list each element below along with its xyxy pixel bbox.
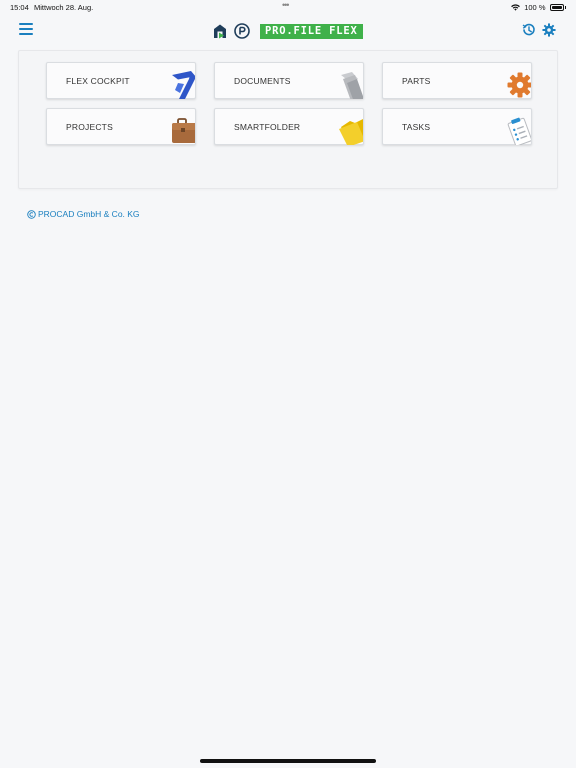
tile-label: PARTS [402,76,431,86]
brand-logo: PRO.FILE FLEX [212,21,363,41]
app-header: PRO.FILE FLEX [0,14,576,48]
copyright-icon [27,209,36,219]
tile-label: SMARTFOLDER [234,122,301,132]
multitasking-dots-icon[interactable]: ••• [282,0,290,10]
documents-icon [341,72,363,99]
tile-parts[interactable]: PARTS [382,62,532,99]
menu-button[interactable] [19,23,33,37]
gear-icon [542,23,556,37]
flex-cockpit-icon [172,71,195,99]
settings-button[interactable] [542,23,556,37]
tile-flex-cockpit[interactable]: FLEX COCKPIT [46,62,196,99]
tile-documents[interactable]: DOCUMENTS [214,62,364,99]
folder-icon [339,119,363,145]
status-time: 15:04 [10,3,29,12]
copyright-text: PROCAD GmbH & Co. KG [38,209,140,219]
brand-name: PRO.FILE FLEX [260,23,363,39]
tile-label: DOCUMENTS [234,76,291,86]
status-right: 100 % [511,3,566,12]
menu-icon [19,23,33,35]
wifi-icon [511,4,521,11]
clipboard-icon [507,117,531,145]
tile-label: PROJECTS [66,122,113,132]
tile-tasks[interactable]: TASKS [382,108,532,145]
status-bar: 15:04 Mittwoch 28. Aug. ••• 100 % [0,0,576,14]
home-indicator[interactable] [200,759,376,763]
copyright-link[interactable]: PROCAD GmbH & Co. KG [27,209,140,219]
parts-gear-icon [507,72,531,98]
history-icon [522,23,535,36]
tile-projects[interactable]: PROJECTS [46,108,196,145]
status-date: Mittwoch 28. Aug. [34,3,94,12]
history-button[interactable] [522,23,536,37]
procad-p-icon [234,23,250,39]
tiles-panel: FLEX COCKPIT DOCUMENTS PARTS PROJECTS SM… [18,50,558,189]
battery-percent: 100 % [524,3,546,12]
profile-logo-icon [214,24,226,39]
battery-icon [549,4,564,11]
tile-label: TASKS [402,122,431,132]
briefcase-icon [172,118,195,143]
tile-label: FLEX COCKPIT [66,76,130,86]
tile-smartfolder[interactable]: SMARTFOLDER [214,108,364,145]
battery-nub [564,6,566,9]
